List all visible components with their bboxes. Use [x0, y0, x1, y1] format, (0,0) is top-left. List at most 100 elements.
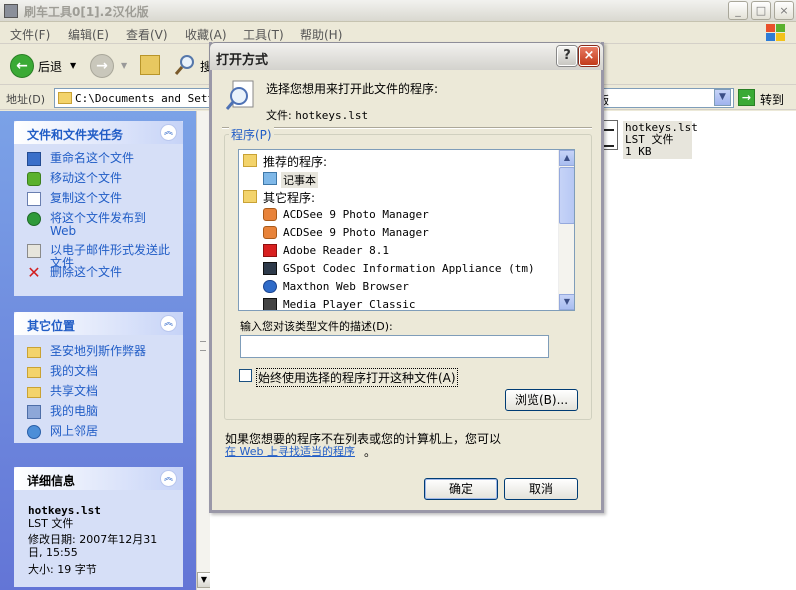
- place-network-label: 网上邻居: [50, 424, 99, 438]
- forward-arrow-icon[interactable]: →: [90, 54, 114, 78]
- menu-tools[interactable]: 工具(T): [243, 26, 284, 43]
- window-close-button[interactable]: ×: [774, 1, 794, 20]
- task-rename[interactable]: 重命名这个文件: [14, 150, 183, 170]
- collapse-chevron-icon[interactable]: ︽: [160, 124, 177, 141]
- open-with-dialog: 打开方式 ? × 选择您想用来打开此文件的程序: 文件: hotkeys.lst…: [209, 42, 604, 513]
- program-list-scrollbar[interactable]: ▲ ▼: [558, 150, 574, 310]
- dialog-close-button[interactable]: ×: [579, 46, 599, 66]
- task-rename-label: 重命名这个文件: [50, 151, 135, 165]
- task-publish-web[interactable]: 将这个文件发布到 Web: [14, 210, 183, 242]
- program-notepad-label: 记事本: [281, 172, 318, 188]
- task-move[interactable]: 移动这个文件: [14, 170, 183, 190]
- place-network[interactable]: 网上邻居: [14, 423, 183, 443]
- details-panel: 详细信息 ︽ hotkeys.lst LST 文件 修改日期: 2007年12月…: [14, 467, 183, 587]
- minimize-button[interactable]: _: [728, 1, 748, 20]
- help-button[interactable]: ?: [557, 46, 577, 66]
- adobe-reader-icon: [263, 244, 277, 257]
- description-input[interactable]: [240, 335, 549, 358]
- scroll-down-icon[interactable]: ▼: [197, 572, 211, 588]
- window-title: 刷车工具0[1].2汉化版: [24, 5, 149, 19]
- maximize-button[interactable]: □: [751, 1, 771, 20]
- collapse-chevron-icon[interactable]: ︽: [160, 315, 177, 332]
- dialog-file-line: 文件: hotkeys.lst: [266, 107, 368, 123]
- acdsee-icon: [263, 226, 277, 239]
- place-my-documents-label: 我的文档: [50, 364, 99, 378]
- file-label: 文件:: [266, 109, 292, 122]
- programs-label: 程序(P): [229, 126, 274, 143]
- cancel-button[interactable]: 取消: [504, 478, 578, 500]
- place-folder[interactable]: 圣安地列斯作弊器: [14, 343, 183, 363]
- menu-file[interactable]: 文件(F): [10, 26, 50, 43]
- dialog-titlebar[interactable]: 打开方式 ? ×: [209, 42, 604, 70]
- back-arrow-icon[interactable]: ←: [10, 54, 34, 78]
- link-tail-text: 。: [364, 445, 377, 459]
- scroll-down-icon[interactable]: ▼: [559, 294, 574, 310]
- place-my-documents[interactable]: 我的文档: [14, 363, 183, 383]
- back-button-label[interactable]: 后退: [38, 58, 62, 75]
- file-tasks-header[interactable]: 文件和文件夹任务 ︽: [14, 121, 183, 144]
- program-acdsee-2-label: ACDSee 9 Photo Manager: [283, 226, 429, 239]
- other-programs-label: 其它程序:: [263, 191, 316, 205]
- dialog-prompt: 选择您想用来打开此文件的程序:: [266, 82, 439, 96]
- task-copy[interactable]: 复制这个文件: [14, 190, 183, 210]
- go-arrow-icon[interactable]: →: [738, 89, 755, 106]
- other-places-header[interactable]: 其它位置 ︽: [14, 312, 183, 335]
- browse-button[interactable]: 浏览(B)...: [505, 389, 578, 411]
- other-places-panel: 其它位置 ︽ 圣安地列斯作弊器 我的文档 共享文档 我的电脑 网上邻居: [14, 312, 183, 443]
- rename-icon: [27, 152, 41, 166]
- program-gspot-label: GSpot Codec Information Appliance (tm): [283, 262, 535, 275]
- program-list[interactable]: 推荐的程序: 记事本 其它程序: ACDSee 9 Photo Manager …: [238, 149, 575, 311]
- address-dropdown-icon[interactable]: ▼: [714, 89, 731, 106]
- program-mpc-label: Media Player Classic: [283, 298, 416, 311]
- move-icon: [27, 172, 41, 186]
- details-header[interactable]: 详细信息 ︽: [14, 467, 183, 490]
- media-player-icon: [263, 298, 277, 310]
- other-places-title: 其它位置: [27, 319, 76, 333]
- always-use-checkbox[interactable]: [239, 369, 252, 382]
- menu-help[interactable]: 帮助(H): [300, 26, 342, 43]
- task-publish-web-label: 将这个文件发布到 Web: [50, 211, 147, 238]
- folder-icon: [27, 347, 41, 358]
- window-titlebar: 刷车工具0[1].2汉化版 _ □ ×: [0, 0, 796, 22]
- ok-button[interactable]: 确定: [424, 478, 498, 500]
- forward-dropdown-icon[interactable]: ▼: [121, 61, 127, 70]
- task-move-label: 移动这个文件: [50, 171, 123, 185]
- file-tasks-panel: 文件和文件夹任务 ︽ 重命名这个文件 移动这个文件 复制这个文件 将这个文件发布…: [14, 121, 183, 296]
- task-pane: 文件和文件夹任务 ︽ 重命名这个文件 移动这个文件 复制这个文件 将这个文件发布…: [0, 111, 196, 590]
- delete-icon: ✕: [27, 263, 41, 282]
- menubar: 文件(F) 编辑(E) 查看(V) 收藏(A) 工具(T) 帮助(H): [0, 22, 796, 44]
- maxthon-icon: [263, 280, 277, 293]
- menu-edit[interactable]: 编辑(E): [68, 26, 109, 43]
- details-file-type: LST 文件: [28, 517, 74, 530]
- program-adobe-reader-label: Adobe Reader 8.1: [283, 244, 389, 257]
- file-item[interactable]: hotkeys.lst LST 文件 1 KB: [623, 121, 698, 159]
- dialog-file-name: hotkeys.lst: [295, 109, 369, 122]
- place-my-computer[interactable]: 我的电脑: [14, 403, 183, 423]
- back-dropdown-icon[interactable]: ▼: [70, 61, 76, 70]
- task-delete[interactable]: ✕ 删除这个文件: [14, 264, 183, 284]
- find-program-on-web-link[interactable]: 在 Web 上寻找适当的程序: [225, 443, 355, 459]
- scroll-up-icon[interactable]: ▲: [559, 150, 574, 166]
- network-icon: [27, 425, 41, 439]
- file-item-size: 1 KB: [625, 145, 652, 158]
- pane-scrollbar[interactable]: ▼: [196, 111, 211, 590]
- program-maxthon-label: Maxthon Web Browser: [283, 280, 409, 293]
- go-button-label[interactable]: 转到: [760, 91, 784, 108]
- search-icon[interactable]: [174, 53, 196, 77]
- scroll-thumb[interactable]: [559, 167, 574, 224]
- program-acdsee-1-label: ACDSee 9 Photo Manager: [283, 208, 429, 221]
- copy-icon: [27, 192, 41, 206]
- collapse-chevron-icon[interactable]: ︽: [160, 470, 177, 487]
- menu-view[interactable]: 查看(V): [126, 26, 168, 43]
- always-use-label[interactable]: 始终使用选择的程序打开这种文件(A): [256, 368, 458, 387]
- magnifier-document-icon: [226, 80, 254, 110]
- address-value: C:\Documents and Setti: [75, 92, 221, 105]
- email-icon: [27, 244, 41, 258]
- splitter-grip[interactable]: [200, 341, 206, 351]
- place-shared-documents[interactable]: 共享文档: [14, 383, 183, 403]
- recommended-label: 推荐的程序:: [263, 155, 328, 169]
- up-folder-icon[interactable]: [140, 55, 160, 75]
- details-modified: 修改日期: 2007年12月31日, 15:55: [28, 533, 158, 559]
- menu-favorites[interactable]: 收藏(A): [185, 26, 227, 43]
- details-size: 大小: 19 字节: [28, 563, 97, 576]
